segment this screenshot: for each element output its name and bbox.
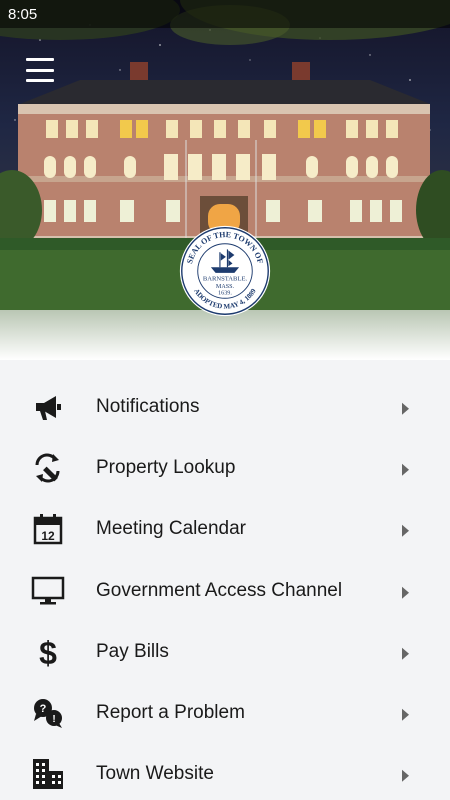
menu-line xyxy=(26,58,54,61)
menu-label: Town Website xyxy=(96,763,214,785)
chevron-right-icon xyxy=(402,402,409,415)
calendar-icon: 12 xyxy=(30,511,66,547)
chevron-right-icon xyxy=(402,586,409,599)
status-bar: 8:05 xyxy=(0,0,450,28)
report-problem-icon: ? ! xyxy=(30,695,66,731)
hamburger-menu-icon[interactable] xyxy=(26,58,54,82)
menu-label: Meeting Calendar xyxy=(96,518,246,540)
status-time: 8:05 xyxy=(8,5,38,23)
menu-line xyxy=(26,79,54,82)
svg-text:?: ? xyxy=(40,703,47,715)
menu-label: Pay Bills xyxy=(96,640,169,662)
svg-text:!: ! xyxy=(52,714,55,725)
buildings-icon xyxy=(30,756,66,792)
menu-item-government-access-channel[interactable]: Government Access Channel xyxy=(0,560,450,621)
main-menu: Notifications Property Lookup 12 Meeting… xyxy=(0,376,450,800)
menu-label: Government Access Channel xyxy=(96,579,343,601)
menu-item-notifications[interactable]: Notifications xyxy=(0,376,450,437)
dollar-icon: $ xyxy=(30,634,66,670)
svg-text:$: $ xyxy=(39,635,57,669)
chevron-right-icon xyxy=(402,463,409,476)
menu-line xyxy=(26,68,54,72)
menu-item-meeting-calendar[interactable]: 12 Meeting Calendar xyxy=(0,499,450,560)
property-lookup-icon xyxy=(30,450,66,486)
chevron-right-icon xyxy=(402,770,409,783)
megaphone-icon xyxy=(30,389,66,425)
menu-item-property-lookup[interactable]: Property Lookup xyxy=(0,437,450,498)
seal-center-line3: 1639. xyxy=(218,291,232,297)
seal-center-line2: MASS. xyxy=(216,284,235,290)
monitor-icon xyxy=(30,573,66,609)
menu-label: Property Lookup xyxy=(96,456,236,478)
svg-text:12: 12 xyxy=(41,529,55,543)
menu-item-town-website[interactable]: Town Website xyxy=(0,744,450,800)
menu-label: Notifications xyxy=(96,395,200,417)
chevron-right-icon xyxy=(402,647,409,660)
seal-center-line1: BARNSTABLE. xyxy=(203,275,248,282)
chevron-right-icon xyxy=(402,525,409,538)
menu-item-report-a-problem[interactable]: ? ! Report a Problem xyxy=(0,682,450,743)
menu-item-pay-bills[interactable]: $ Pay Bills xyxy=(0,621,450,682)
town-seal: SEAL OF THE TOWN OF ADOPTED MAY 4, 1889 … xyxy=(179,225,271,317)
chevron-right-icon xyxy=(402,708,409,721)
menu-label: Report a Problem xyxy=(96,702,245,724)
